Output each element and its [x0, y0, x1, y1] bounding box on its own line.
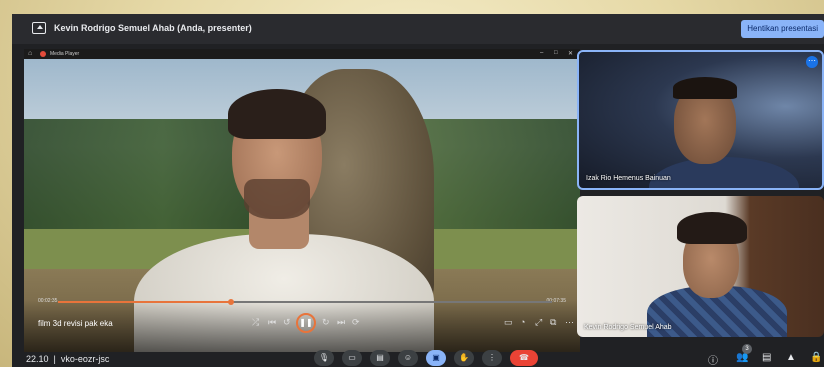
emoji-button[interactable]: ☺ [398, 350, 418, 366]
next-icon[interactable]: ⏭ [337, 317, 345, 328]
meeting-clock: 22.10 | vko-eozr-jsc [26, 354, 110, 364]
seek-bar[interactable] [58, 299, 552, 305]
presenter-title: Kevin Rodrigo Semuel Ahab (Anda, present… [54, 23, 252, 33]
presenting-bar: Kevin Rodrigo Semuel Ahab (Anda, present… [12, 14, 824, 44]
participant-2-hair [677, 212, 747, 244]
seek-bar-fill [58, 301, 231, 303]
host-controls-icon[interactable]: 🔒 [810, 352, 822, 363]
present-button[interactable]: ▣ [426, 350, 446, 366]
info-icon[interactable]: ⓘ [708, 352, 718, 367]
participant-tile-1[interactable]: ⋯ Izak Rio Hemenus Bainuan [577, 50, 824, 190]
participant-1-hair [673, 77, 737, 99]
time-elapsed: 00:02:35 [38, 298, 58, 304]
rewind-icon[interactable]: ↺ [283, 317, 291, 328]
minimize-icon[interactable]: – [540, 50, 543, 56]
media-player-titlebar: ⌂ Media Player – □ ✕ [24, 49, 580, 59]
microphone-button[interactable]: 🎙 [314, 350, 334, 366]
chat-icon[interactable]: ▤ [762, 352, 771, 363]
participant-name: Izak Rio Hemenus Bainuan [586, 175, 671, 182]
maximize-icon[interactable]: □ [554, 50, 558, 56]
clock-time: 22.10 [26, 354, 49, 364]
film-title: film 3d revisi pak eka [38, 319, 113, 328]
repeat-icon[interactable]: ⟳ [352, 317, 360, 328]
more-options-button[interactable]: ⋮ [482, 350, 502, 366]
video-frame[interactable] [24, 59, 580, 352]
more-options-icon[interactable]: ⋯ [806, 56, 818, 68]
shuffle-icon[interactable]: ⤮ [252, 317, 259, 328]
participant-tile-2[interactable]: Kevin Rodrigo Semuel Ahab [577, 196, 824, 337]
shared-screen: ⌂ Media Player – □ ✕ 00:02:35 00:07:35 f… [24, 49, 580, 352]
media-player-title: Media Player [50, 51, 80, 57]
captions-button[interactable]: ▤ [370, 350, 390, 366]
seek-bar-knob[interactable] [227, 299, 234, 305]
video-character-hair [228, 89, 326, 139]
home-icon[interactable]: ⌂ [28, 50, 32, 57]
meet-window: Kevin Rodrigo Semuel Ahab (Anda, present… [12, 14, 824, 367]
cast-icon[interactable]: ▭ [504, 317, 513, 328]
media-player-logo-icon [40, 51, 46, 57]
present-screen-icon [32, 22, 46, 34]
volume-icon[interactable]: ◔ [520, 317, 525, 327]
meeting-toolbar: 22.10 | vko-eozr-jsc 🎙 ▭ ▤ ☺ ▣ ✋ ⋮ ☎ ⓘ 👥… [12, 344, 824, 367]
previous-icon[interactable]: ⏮ [268, 317, 276, 328]
participant-count-badge: 3 [742, 344, 752, 354]
activities-icon[interactable]: ▲ [786, 352, 796, 363]
leave-call-button[interactable]: ☎ [510, 350, 538, 366]
raise-hand-button[interactable]: ✋ [454, 350, 474, 366]
video-character-beard [244, 179, 310, 219]
fullscreen-icon[interactable]: ⤢ [535, 317, 542, 328]
more-options-icon[interactable]: ⋯ [565, 317, 574, 328]
meeting-code: vko-eozr-jsc [60, 354, 110, 364]
stop-presenting-button[interactable]: Hentikan presentasi [741, 20, 824, 38]
pause-button[interactable]: ❚❚ [296, 313, 316, 333]
forward-icon[interactable]: ↻ [322, 317, 330, 328]
participant-1-body [649, 157, 799, 188]
miniplayer-icon[interactable]: ⧉ [550, 317, 556, 328]
camera-button[interactable]: ▭ [342, 350, 362, 366]
participant-name: Kevin Rodrigo Semuel Ahab [584, 324, 672, 331]
close-icon[interactable]: ✕ [568, 50, 573, 57]
